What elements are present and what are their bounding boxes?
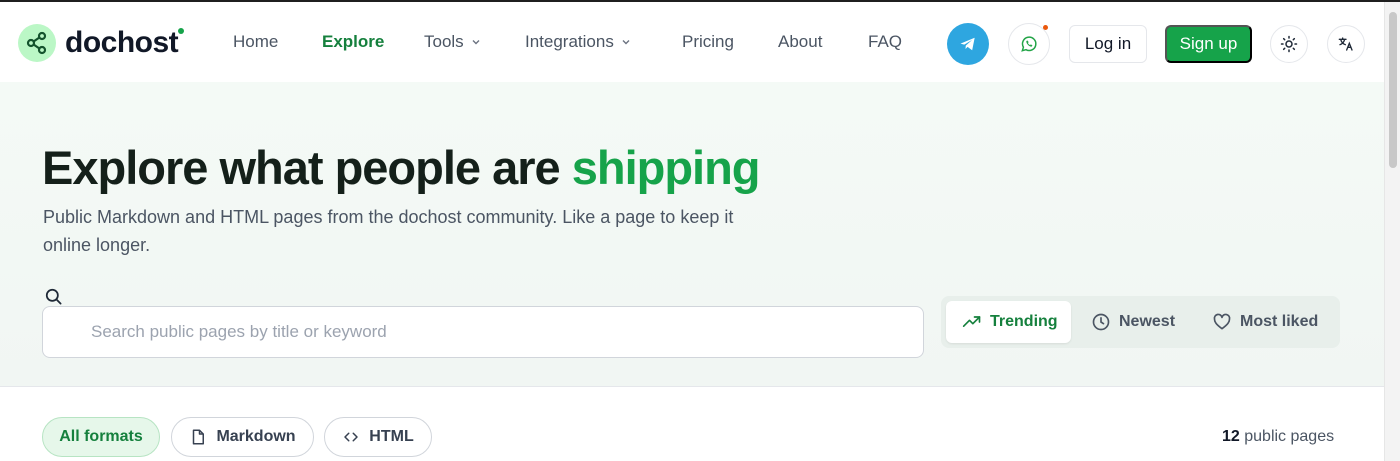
nav-tools-label: Tools — [424, 32, 464, 51]
nav-integrations-label: Integrations — [525, 32, 614, 51]
page-title-prefix: Explore what people are — [42, 141, 572, 194]
clock-icon — [1091, 312, 1111, 332]
filter-markdown[interactable]: Markdown — [171, 417, 314, 457]
sun-icon — [1280, 35, 1298, 53]
sort-newest-button[interactable]: Newest — [1091, 301, 1175, 343]
whatsapp-button[interactable] — [1008, 23, 1050, 65]
hero-section: Explore what people are shipping Public … — [0, 82, 1384, 387]
sort-trending-button[interactable]: Trending — [946, 301, 1071, 343]
language-button[interactable] — [1327, 25, 1365, 63]
notification-dot — [1043, 25, 1048, 30]
page-title: Explore what people are shipping — [42, 140, 761, 195]
telegram-button[interactable] — [947, 23, 989, 65]
file-icon — [189, 428, 207, 446]
search-input[interactable] — [42, 306, 924, 358]
page-subtitle: Public Markdown and HTML pages from the … — [43, 207, 734, 255]
brand-dot — [178, 28, 184, 34]
results-count-number: 12 — [1222, 428, 1240, 445]
share-icon — [18, 24, 56, 62]
sort-most-liked-label: Most liked — [1240, 313, 1319, 330]
filter-all-formats[interactable]: All formats — [42, 417, 160, 457]
page-scrollbar[interactable] — [1384, 2, 1400, 461]
translate-icon — [1338, 36, 1354, 52]
nav-explore[interactable]: Explore — [322, 32, 384, 52]
sort-newest-label: Newest — [1119, 313, 1176, 330]
trending-up-icon — [962, 312, 982, 332]
whatsapp-icon — [1019, 34, 1039, 54]
chevron-down-icon — [471, 37, 481, 47]
signup-button[interactable]: Sign up — [1165, 25, 1252, 63]
page-title-accent: shipping — [571, 141, 761, 194]
nav-pricing[interactable]: Pricing — [682, 32, 734, 52]
nav-about[interactable]: About — [778, 32, 822, 52]
nav-tools[interactable]: Tools — [424, 32, 481, 52]
brand-name: dochost — [65, 26, 179, 59]
nav-integrations[interactable]: Integrations — [525, 32, 631, 52]
code-icon — [342, 428, 360, 446]
brand-logo[interactable]: dochost — [18, 24, 184, 62]
telegram-icon — [958, 34, 978, 54]
scrollbar-thumb[interactable] — [1389, 12, 1397, 168]
results-count: 12 public pages — [1222, 428, 1334, 446]
filter-html[interactable]: HTML — [324, 417, 432, 457]
sort-toggle-group: Trending Newest Most liked — [941, 296, 1340, 348]
heart-icon — [1212, 312, 1232, 332]
chevron-down-icon — [621, 37, 631, 47]
results-count-suffix: public pages — [1244, 428, 1335, 445]
login-button[interactable]: Log in — [1069, 25, 1147, 63]
theme-toggle-button[interactable] — [1270, 25, 1308, 63]
sort-most-liked-button[interactable]: Most liked — [1212, 301, 1318, 343]
filter-markdown-label: Markdown — [216, 428, 296, 445]
filter-html-label: HTML — [369, 428, 414, 445]
nav-home[interactable]: Home — [233, 32, 278, 52]
nav-faq[interactable]: FAQ — [868, 32, 902, 52]
site-header: dochost Home Explore Tools Integrations … — [0, 2, 1384, 82]
sort-trending-label: Trending — [990, 313, 1058, 330]
